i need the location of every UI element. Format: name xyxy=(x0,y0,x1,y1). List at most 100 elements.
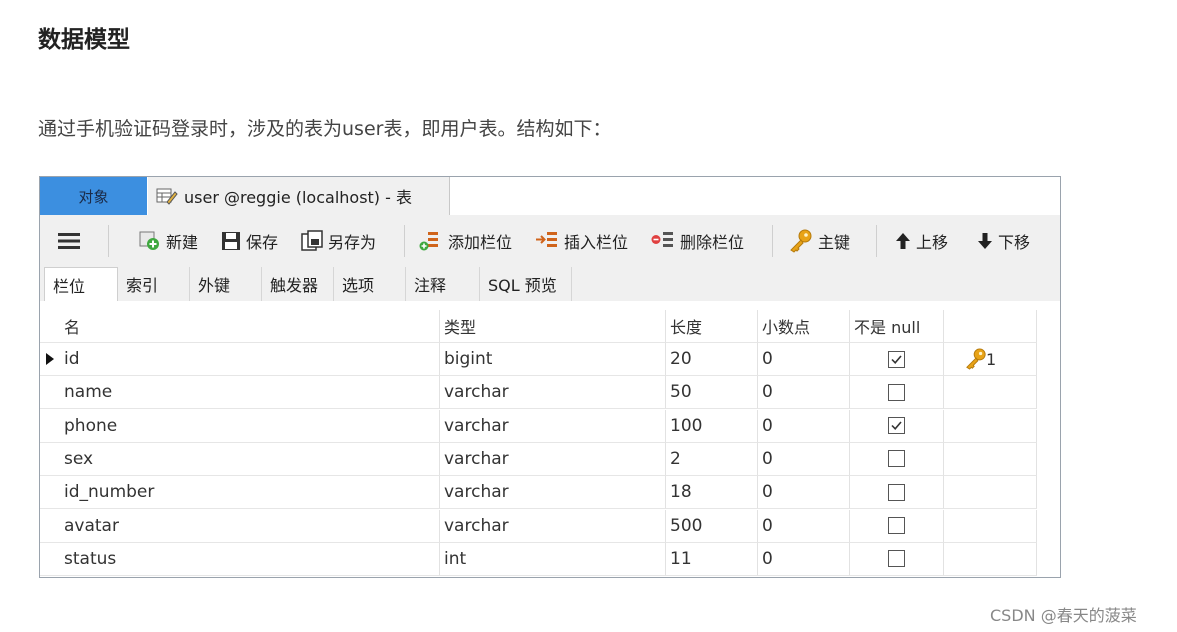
field-name-cell[interactable]: id_number xyxy=(60,476,440,510)
tab-options[interactable]: 选项 xyxy=(334,267,406,301)
header-type[interactable]: 类型 xyxy=(440,310,666,343)
field-decimal-cell[interactable]: 0 xyxy=(758,442,850,476)
field-type-cell[interactable]: varchar xyxy=(440,376,666,410)
insert-column-icon xyxy=(534,230,560,252)
field-type-cell[interactable]: bigint xyxy=(440,343,666,376)
not-null-cell xyxy=(850,476,944,510)
field-type-cell[interactable]: varchar xyxy=(440,476,666,510)
not-null-checkbox[interactable] xyxy=(888,517,905,534)
header-decimal[interactable]: 小数点 xyxy=(758,310,850,343)
save-button[interactable]: 保存 xyxy=(220,228,278,254)
tab-comment[interactable]: 注释 xyxy=(406,267,480,301)
insert-column-label: 插入栏位 xyxy=(564,233,629,252)
add-column-label: 添加栏位 xyxy=(448,233,513,252)
save-as-button[interactable]: 另存为 xyxy=(300,228,376,254)
table-row[interactable]: phone varchar 100 0 xyxy=(40,409,1060,443)
row-selector[interactable] xyxy=(40,343,60,376)
field-decimal-cell[interactable]: 0 xyxy=(758,509,850,543)
field-type-cell[interactable]: int xyxy=(440,542,666,576)
not-null-cell xyxy=(850,409,944,443)
save-as-label: 另存为 xyxy=(328,233,377,252)
tab-foreign-keys[interactable]: 外键 xyxy=(190,267,262,301)
tab-sql-preview[interactable]: SQL 预览 xyxy=(480,267,572,301)
field-length-cell[interactable]: 20 xyxy=(666,343,758,376)
new-button[interactable]: 新建 xyxy=(138,228,198,254)
field-decimal-cell[interactable]: 0 xyxy=(758,343,850,376)
add-column-button[interactable]: 添加栏位 xyxy=(418,228,512,254)
save-label: 保存 xyxy=(246,233,279,252)
field-decimal-cell[interactable]: 0 xyxy=(758,409,850,443)
table-row[interactable]: status int 11 0 xyxy=(40,542,1060,576)
not-null-checkbox[interactable] xyxy=(888,550,905,568)
add-column-icon xyxy=(418,230,444,252)
table-row[interactable]: sex varchar 2 0 xyxy=(40,442,1060,476)
move-down-button[interactable]: 下移 xyxy=(976,228,1030,254)
field-decimal-cell[interactable]: 0 xyxy=(758,376,850,410)
header-not-null[interactable]: 不是 null xyxy=(850,310,944,343)
row-selector[interactable] xyxy=(40,376,60,410)
table-row[interactable]: avatar varchar 500 0 xyxy=(40,509,1060,543)
not-null-checkbox[interactable] xyxy=(888,450,905,468)
tab-objects[interactable]: 对象 xyxy=(40,177,147,215)
tab-table-user[interactable]: user @reggie (localhost) - 表 xyxy=(148,177,450,215)
delete-column-button[interactable]: 删除栏位 xyxy=(650,228,744,254)
toolbar-separator xyxy=(876,225,877,257)
window-tab-bar: 对象 user @reggie (localhost) - 表 xyxy=(40,177,1060,215)
not-null-cell xyxy=(850,442,944,476)
field-length-cell[interactable]: 18 xyxy=(666,476,758,510)
table-row[interactable]: id bigint 20 0 1 xyxy=(40,343,1060,376)
header-length[interactable]: 长度 xyxy=(666,310,758,343)
save-icon xyxy=(220,230,242,252)
not-null-checkbox[interactable] xyxy=(888,383,905,401)
field-length-cell[interactable]: 500 xyxy=(666,509,758,543)
field-name-cell[interactable]: id xyxy=(60,343,440,376)
menu-button[interactable] xyxy=(58,228,84,254)
new-label: 新建 xyxy=(166,233,199,252)
not-null-cell xyxy=(850,509,944,543)
field-length-cell[interactable]: 11 xyxy=(666,542,758,576)
header-name[interactable]: 名 xyxy=(60,310,440,343)
row-selector[interactable] xyxy=(40,410,60,443)
table-row[interactable]: id_number varchar 18 0 xyxy=(40,476,1060,510)
row-selector[interactable] xyxy=(40,510,60,543)
field-name-cell[interactable]: sex xyxy=(60,442,440,476)
field-type-cell[interactable]: varchar xyxy=(440,442,666,476)
insert-column-button[interactable]: 插入栏位 xyxy=(534,228,628,254)
key-cell xyxy=(944,442,1037,476)
primary-key-button[interactable]: 主键 xyxy=(788,228,850,254)
grid-header-row: 名 类型 长度 小数点 不是 null xyxy=(40,310,1060,343)
not-null-checkbox[interactable] xyxy=(888,350,905,368)
field-name-cell[interactable]: avatar xyxy=(60,509,440,543)
not-null-checkbox[interactable] xyxy=(888,417,905,435)
tab-fields[interactable]: 栏位 xyxy=(44,267,118,301)
field-type-cell[interactable]: varchar xyxy=(440,409,666,443)
toolbar-separator xyxy=(108,225,109,257)
toolbar-separator xyxy=(772,225,773,257)
row-selector[interactable] xyxy=(40,443,60,476)
field-name-cell[interactable]: name xyxy=(60,376,440,410)
field-length-cell[interactable]: 100 xyxy=(666,409,758,443)
field-decimal-cell[interactable]: 0 xyxy=(758,476,850,510)
row-selector[interactable] xyxy=(40,476,60,510)
tab-triggers[interactable]: 触发器 xyxy=(262,267,334,301)
not-null-checkbox[interactable] xyxy=(888,483,905,501)
tab-indexes[interactable]: 索引 xyxy=(118,267,190,301)
field-type-cell[interactable]: varchar xyxy=(440,509,666,543)
primary-key-label: 主键 xyxy=(818,233,851,252)
field-name-cell[interactable]: status xyxy=(60,542,440,576)
key-cell xyxy=(944,376,1037,410)
row-selector[interactable] xyxy=(40,543,60,576)
field-length-cell[interactable]: 2 xyxy=(666,442,758,476)
table-row[interactable]: name varchar 50 0 xyxy=(40,376,1060,410)
arrow-up-icon xyxy=(894,231,912,251)
field-name-cell[interactable]: phone xyxy=(60,409,440,443)
key-order: 1 xyxy=(986,349,997,369)
watermark: CSDN @春天的菠菜 xyxy=(990,606,1137,625)
toolbar: 新建 保存 另存为 添加栏位 插入栏位 删除栏位 主键 上移 下移 xyxy=(40,215,1060,267)
field-decimal-cell[interactable]: 0 xyxy=(758,542,850,576)
toolbar-separator xyxy=(404,225,405,257)
field-length-cell[interactable]: 50 xyxy=(666,376,758,410)
save-as-icon xyxy=(300,230,324,252)
move-up-button[interactable]: 上移 xyxy=(894,228,948,254)
key-cell xyxy=(944,542,1037,576)
